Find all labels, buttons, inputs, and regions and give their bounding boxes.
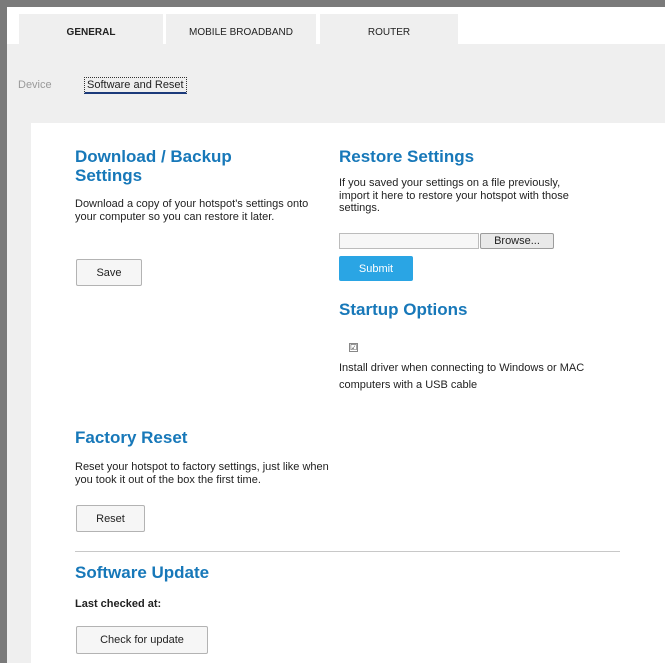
install-driver-label: Install driver when connecting to Window… (339, 362, 585, 391)
check-for-update-button[interactable]: Check for update (76, 626, 208, 654)
tab-mobile-broadband[interactable]: MOBILE BROADBAND (166, 14, 316, 51)
content-panel: Download / Backup Settings Download a co… (31, 123, 665, 663)
tab-general[interactable]: GENERAL (19, 14, 163, 51)
browse-button[interactable]: Browse... (480, 233, 554, 249)
section-divider (75, 551, 620, 552)
breadcrumb-software-and-reset[interactable]: Software and Reset (84, 77, 187, 94)
reset-button[interactable]: Reset (76, 505, 145, 532)
restore-settings-title: Restore Settings (339, 147, 475, 166)
factory-reset-description: Reset your hotspot to factory settings, … (75, 461, 329, 486)
tab-router[interactable]: ROUTER (320, 14, 458, 51)
tab-bar: GENERAL MOBILE BROADBAND ROUTER (7, 7, 665, 51)
restore-file-field[interactable] (339, 233, 479, 249)
factory-reset-title: Factory Reset (75, 428, 188, 447)
submit-button[interactable]: Submit (339, 256, 413, 281)
startup-options-title: Startup Options (339, 300, 468, 319)
install-driver-checkbox[interactable]: ☑ (349, 343, 358, 352)
restore-settings-description: If you saved your settings on a file pre… (339, 177, 569, 214)
last-checked-label: Last checked at: (75, 598, 162, 610)
save-button[interactable]: Save (76, 259, 142, 286)
breadcrumb: Device Software and Reset (18, 77, 187, 94)
breadcrumb-device-link[interactable]: Device (18, 79, 52, 91)
software-update-title: Software Update (75, 563, 210, 582)
download-backup-title: Download / Backup Settings (75, 147, 232, 185)
download-backup-description: Download a copy of your hotspot's settin… (75, 198, 309, 223)
